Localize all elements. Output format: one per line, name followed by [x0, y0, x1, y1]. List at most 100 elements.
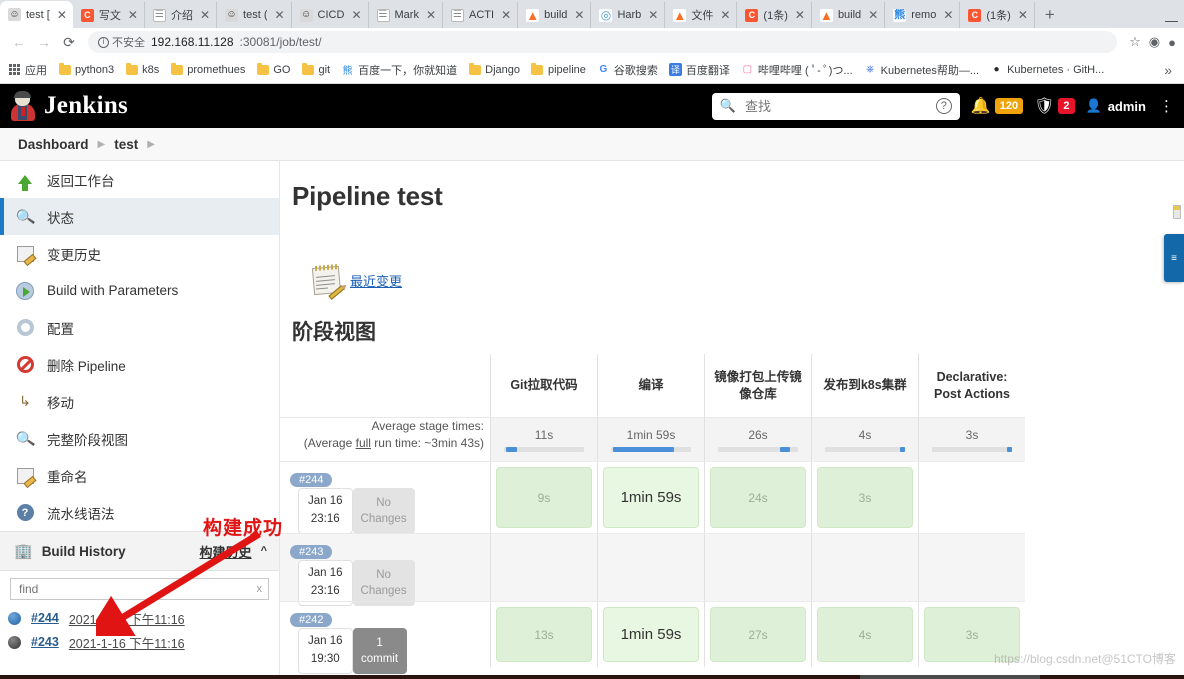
url-input[interactable]: i 不安全 192.168.11.128:30081/job/test/ [88, 31, 1118, 53]
bookmark-6[interactable]: 熊百度一下，你就知道 [341, 62, 458, 78]
bookmark-0[interactable]: 应用 [8, 62, 47, 78]
build-changes-box[interactable]: No Changes [352, 488, 415, 534]
bookmark-4[interactable]: GO [256, 62, 291, 76]
bookmark-2[interactable]: k8s [125, 62, 159, 76]
stage-duration-box[interactable]: 1min 59s [603, 467, 699, 528]
stage-cell-2-0[interactable]: 13s [490, 601, 597, 667]
help-icon[interactable]: ? [935, 98, 952, 114]
extension-icon[interactable]: ◉ [1149, 34, 1160, 50]
sidebar-item-5[interactable]: 删除 Pipeline [0, 346, 279, 383]
stage-header-2[interactable]: 镜像打包上传镜像仓库 [704, 354, 811, 417]
stage-duration-box[interactable]: 27s [710, 607, 806, 662]
alert-count-badge[interactable]: 2 [1058, 98, 1075, 114]
stage-cell-0-0[interactable]: 9s [490, 461, 597, 533]
close-icon[interactable]: ✕ [793, 9, 807, 21]
new-tab-button[interactable]: + [1035, 5, 1065, 28]
notifications-group[interactable]: 🔔 120 [971, 96, 1024, 116]
bookmark-11[interactable]: ▢ 哔哩哔哩 ( ﾟ- ﾟ)つ... [741, 62, 853, 78]
sidebar-item-8[interactable]: 重命名 [0, 457, 279, 494]
overflow-menu-icon[interactable]: ⋮ [1157, 97, 1174, 115]
build-number-badge[interactable]: #244 [290, 473, 333, 487]
stage-duration-box[interactable]: 4s [817, 607, 913, 662]
close-icon[interactable]: ✕ [499, 9, 513, 21]
close-icon[interactable]: ✕ [1016, 9, 1030, 21]
bell-icon[interactable]: 🔔 [971, 96, 991, 116]
close-icon[interactable]: ✕ [272, 9, 286, 21]
stage-cell-2-1[interactable]: 1min 59s [597, 601, 704, 667]
stage-cell-0-1[interactable]: 1min 59s [597, 461, 704, 533]
bookmark-7[interactable]: Django [468, 62, 520, 76]
browser-tab-11[interactable]: ▲ build ✕ [812, 2, 886, 28]
stage-cell-0-3[interactable]: 3s [811, 461, 918, 533]
stage-header-3[interactable]: 发布到k8s集群 [811, 354, 918, 417]
close-icon[interactable]: ✕ [866, 9, 880, 21]
bookmark-3[interactable]: promethues [170, 62, 245, 76]
horizontal-scrollbar[interactable] [0, 675, 1184, 679]
build-changes-box[interactable]: 1 commit [352, 628, 407, 674]
close-icon[interactable]: ✕ [941, 9, 955, 21]
bookmark-star-icon[interactable]: ☆ [1129, 34, 1141, 50]
build-changes-box[interactable]: No Changes [352, 560, 415, 606]
stage-cell-2-2[interactable]: 27s [704, 601, 811, 667]
sidebar-item-4[interactable]: 配置 [0, 309, 279, 346]
stage-duration-box[interactable]: 9s [496, 467, 592, 528]
bookmark-10[interactable]: 译百度翻译 [668, 62, 730, 78]
browser-tab-13[interactable]: C (1条) ✕ [960, 2, 1035, 28]
browser-tab-0[interactable]: ☺ test [✕ [0, 1, 73, 28]
build-number-link[interactable]: #244 [31, 611, 59, 625]
stage-header-1[interactable]: 编译 [597, 354, 704, 417]
shield-alert-icon[interactable]: 🛡 [1034, 96, 1054, 116]
back-button[interactable]: ← [8, 31, 30, 53]
browser-tab-2[interactable]: ☰ 介绍 ✕ [145, 2, 218, 28]
build-number-badge[interactable]: #243 [290, 545, 333, 559]
stage-duration-box[interactable]: 24s [710, 467, 806, 528]
stage-duration-box[interactable]: 3s [817, 467, 913, 528]
bookmarks-overflow-button[interactable]: » [1164, 62, 1176, 78]
stage-header-4[interactable]: Declarative: Post Actions [918, 354, 1025, 417]
build-number-badge[interactable]: #242 [290, 613, 333, 627]
browser-tab-12[interactable]: 熊 remo ✕ [885, 2, 961, 28]
browser-tab-5[interactable]: ☰ Mark ✕ [369, 2, 444, 28]
close-icon[interactable]: ✕ [424, 9, 438, 21]
stage-cell-2-3[interactable]: 4s [811, 601, 918, 667]
recent-changes-link[interactable]: 最近变更 [280, 212, 1184, 300]
stage-duration-box[interactable]: 1min 59s [603, 607, 699, 662]
notification-count-badge[interactable]: 120 [994, 98, 1024, 114]
browser-tab-4[interactable]: ☺ CICD ✕ [292, 2, 369, 28]
jenkins-search-box[interactable]: 🔍 ? [711, 92, 960, 120]
close-icon[interactable]: ✕ [349, 9, 363, 21]
browser-tab-10[interactable]: C (1条) ✕ [737, 2, 812, 28]
window-minimize-button[interactable]: — [1165, 13, 1184, 28]
browser-tab-6[interactable]: ☰ ACTI ✕ [443, 2, 519, 28]
bookmark-1[interactable]: python3 [58, 62, 114, 76]
stage-cell-0-2[interactable]: 24s [704, 461, 811, 533]
site-security-chip[interactable]: i 不安全 [98, 34, 145, 50]
stage-duration-box[interactable]: 13s [496, 607, 592, 662]
forward-button[interactable]: → [33, 31, 55, 53]
alerts-group[interactable]: 🛡 2 [1034, 96, 1075, 116]
sidebar-item-6[interactable]: ↳ 移动 [0, 383, 279, 420]
jenkins-logo-link[interactable]: Jenkins [10, 91, 128, 121]
search-input[interactable] [742, 97, 929, 115]
sidebar-item-1[interactable]: 🔍 状态 [0, 198, 279, 235]
bookmark-9[interactable]: G 谷歌搜索 [597, 62, 658, 78]
chevron-right-icon[interactable]: ▶ [147, 139, 155, 150]
sidebar-item-2[interactable]: 变更历史 [0, 235, 279, 272]
close-icon[interactable]: ✕ [646, 9, 660, 21]
close-icon[interactable]: ✕ [126, 9, 140, 21]
bookmark-8[interactable]: pipeline [531, 62, 586, 76]
browser-tab-7[interactable]: ▲ build ✕ [518, 2, 592, 28]
bookmark-13[interactable]: ● Kubernetes · GitH... [990, 63, 1105, 76]
browser-tab-8[interactable]: ◎ Harb ✕ [591, 2, 666, 28]
sidebar-item-7[interactable]: 🔍 完整阶段视图 [0, 420, 279, 457]
stage-header-0[interactable]: Git拉取代码 [490, 354, 597, 417]
bookmark-5[interactable]: git [302, 62, 330, 76]
sidebar-toggle-button[interactable]: ≡ [1164, 234, 1184, 282]
reload-button[interactable]: ⟳ [58, 31, 80, 53]
browser-tab-3[interactable]: ☺ test (✕ [217, 2, 292, 28]
close-icon[interactable]: ✕ [198, 9, 212, 21]
build-number-link[interactable]: #243 [31, 635, 59, 649]
user-menu[interactable]: 👤 admin [1086, 98, 1146, 114]
breadcrumb-test[interactable]: test [114, 137, 138, 152]
profile-icon[interactable]: ● [1168, 35, 1176, 50]
